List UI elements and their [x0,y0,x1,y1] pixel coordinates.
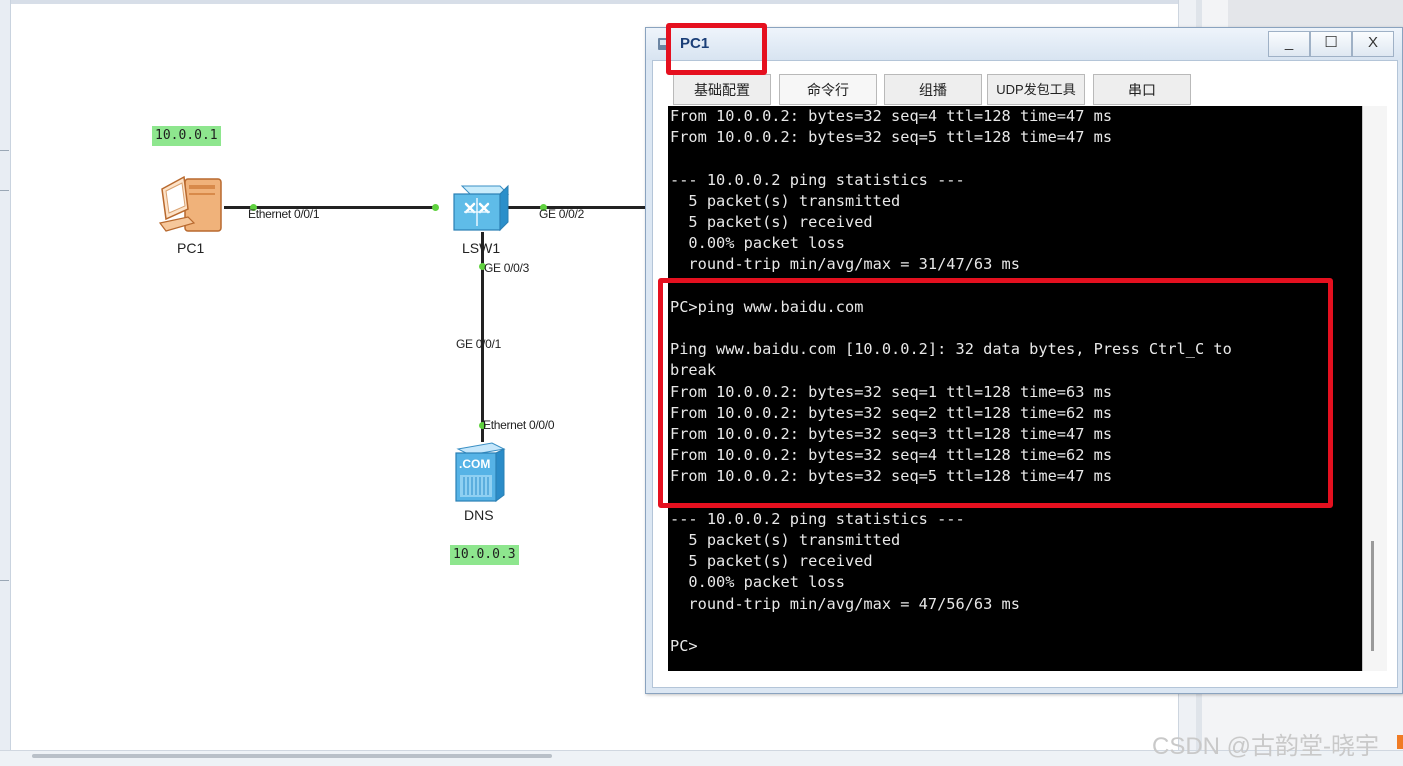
right-panel-header [1228,0,1403,28]
lsw1-port-down-label: GE 0/0/3 [484,261,529,275]
server-icon[interactable] [452,441,508,503]
tab-udp-tool[interactable]: UDP发包工具 [987,74,1085,105]
horizontal-scroll-thumb[interactable] [32,754,552,758]
left-panel-divider [0,150,9,151]
terminal-scroll-thumb[interactable] [1371,541,1374,651]
dns-upstream-port-label: GE 0/0/1 [456,337,501,351]
dns-port-label: Ethernet 0/0/0 [483,418,555,432]
maximize-button[interactable]: ☐ [1310,31,1352,57]
tab-multicast[interactable]: 组播 [884,74,982,105]
left-panel-edge [0,0,11,752]
close-button[interactable]: X [1352,31,1394,57]
watermark-text: CSDN @古韵堂-晓宇 [1152,733,1380,760]
minimize-button[interactable]: _ [1268,31,1310,57]
terminal-scrollbar-track[interactable] [1362,106,1387,671]
pc1-port-label: Ethernet 0/0/1 [248,207,320,221]
lsw1-port-right-label: GE 0/0/2 [539,207,584,221]
title-highlight-box [666,23,767,75]
pc1-name-label: PC1 [177,240,205,256]
tab-basic-config[interactable]: 基础配置 [673,74,771,105]
dns-icon-text: .COM [459,457,491,471]
switch-icon[interactable] [452,180,510,232]
lsw1-name-label: LSW1 [462,240,501,256]
ping-result-highlight-box [658,278,1333,508]
dns-name-label: DNS [464,507,494,523]
pc-icon[interactable] [158,173,224,235]
pc1-ip-label: 10.0.0.1 [152,126,221,146]
left-panel-divider [0,580,9,581]
tab-serial[interactable]: 串口 [1093,74,1191,105]
dns-ip-label: 10.0.0.3 [450,545,519,565]
left-panel-divider [0,190,9,191]
tab-command-line[interactable]: 命令行 [779,74,877,105]
link-endpoint-dot [432,204,439,211]
watermark-accent [1397,735,1403,749]
